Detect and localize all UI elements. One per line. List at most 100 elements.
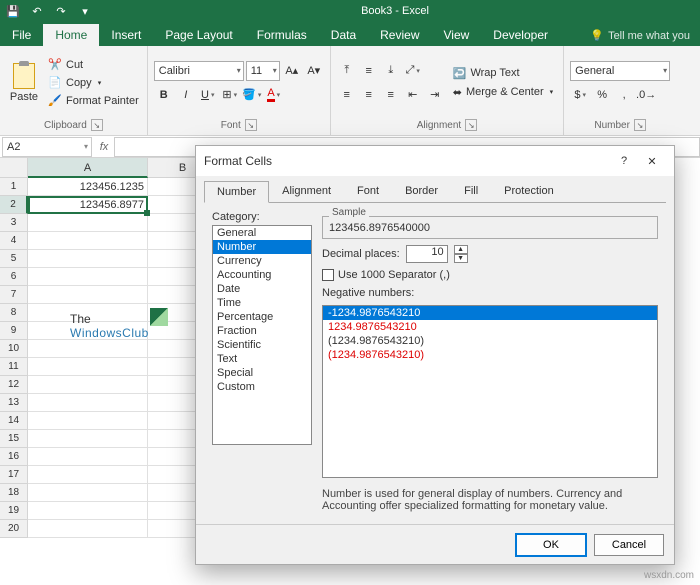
row-header[interactable]: 13 [0, 394, 28, 412]
merge-center-button[interactable]: ⬌Merge & Center▾ [449, 84, 557, 101]
cell[interactable] [28, 286, 148, 304]
font-name-combo[interactable]: Calibri [154, 61, 244, 81]
cell[interactable] [28, 214, 148, 232]
cell[interactable]: 123456.8977 [28, 196, 148, 214]
ok-button[interactable]: OK [516, 534, 586, 556]
dialog-tab-protection[interactable]: Protection [491, 180, 567, 202]
fill-color-button[interactable]: 🪣 [242, 85, 262, 105]
increase-font-button[interactable]: A▴ [282, 61, 302, 81]
negative-option[interactable]: (1234.9876543210) [323, 348, 657, 362]
row-header[interactable]: 17 [0, 466, 28, 484]
tab-page-layout[interactable]: Page Layout [153, 24, 244, 46]
italic-button[interactable]: I [176, 85, 196, 105]
dialog-tab-font[interactable]: Font [344, 180, 392, 202]
tab-view[interactable]: View [432, 24, 482, 46]
cell[interactable] [28, 394, 148, 412]
cell[interactable] [28, 520, 148, 538]
row-header[interactable]: 18 [0, 484, 28, 502]
cell[interactable] [28, 376, 148, 394]
cell[interactable] [28, 250, 148, 268]
row-header[interactable]: 19 [0, 502, 28, 520]
cut-button[interactable]: ✂️Cut [46, 57, 141, 73]
decrease-font-button[interactable]: A▾ [304, 61, 324, 81]
increase-indent-button[interactable]: ⇥ [425, 85, 445, 105]
decrease-indent-button[interactable]: ⇤ [403, 85, 423, 105]
tab-formulas[interactable]: Formulas [245, 24, 319, 46]
category-item[interactable]: Time [213, 296, 311, 310]
tab-review[interactable]: Review [368, 24, 431, 46]
row-header[interactable]: 3 [0, 214, 28, 232]
align-top-button[interactable]: ⤒ [337, 61, 357, 81]
percent-format-button[interactable]: % [592, 85, 612, 105]
tell-me[interactable]: 💡 Tell me what you [580, 25, 700, 46]
category-item[interactable]: General [213, 226, 311, 240]
row-header[interactable]: 12 [0, 376, 28, 394]
row-header[interactable]: 15 [0, 430, 28, 448]
decimal-places-spinner[interactable]: ▲ ▼ [454, 245, 468, 263]
category-item[interactable]: Text [213, 352, 311, 366]
row-header[interactable]: 5 [0, 250, 28, 268]
row-header[interactable]: 2 [0, 196, 28, 214]
category-item[interactable]: Currency [213, 254, 311, 268]
cell[interactable] [28, 232, 148, 250]
redo-button[interactable]: ↷ [52, 2, 70, 20]
cell[interactable] [28, 466, 148, 484]
undo-button[interactable]: ↶ [28, 2, 46, 20]
underline-button[interactable]: U [198, 85, 218, 105]
qat-customize-button[interactable]: ▾ [76, 2, 94, 20]
format-painter-button[interactable]: 🖌️Format Painter [46, 93, 141, 109]
help-button[interactable]: ? [610, 150, 638, 172]
negative-option[interactable]: 1234.9876543210 [323, 320, 657, 334]
align-middle-button[interactable]: ≡ [359, 61, 379, 81]
row-header[interactable]: 8 [0, 304, 28, 322]
negative-option[interactable]: (1234.9876543210) [323, 334, 657, 348]
paste-button[interactable]: Paste [6, 53, 42, 113]
dialog-tab-number[interactable]: Number [204, 181, 269, 203]
cell[interactable] [28, 484, 148, 502]
row-header[interactable]: 14 [0, 412, 28, 430]
font-dialog-launcher[interactable]: ↘ [245, 119, 257, 131]
cell[interactable] [28, 412, 148, 430]
category-item[interactable]: Date [213, 282, 311, 296]
category-item[interactable]: Percentage [213, 310, 311, 324]
cell[interactable]: 123456.1235 [28, 178, 148, 196]
dialog-tab-fill[interactable]: Fill [451, 180, 491, 202]
column-header[interactable]: A [28, 158, 148, 178]
dialog-tab-alignment[interactable]: Alignment [269, 180, 344, 202]
row-header[interactable]: 10 [0, 340, 28, 358]
align-center-button[interactable]: ≡ [359, 85, 379, 105]
cell[interactable] [28, 268, 148, 286]
name-box[interactable]: A2 [2, 137, 92, 157]
spinner-up-icon[interactable]: ▲ [454, 245, 468, 254]
cell[interactable] [28, 502, 148, 520]
tab-insert[interactable]: Insert [99, 24, 153, 46]
comma-format-button[interactable]: , [614, 85, 634, 105]
cell[interactable] [28, 448, 148, 466]
tab-file[interactable]: File [0, 24, 43, 46]
font-color-button[interactable]: A [264, 85, 284, 105]
font-size-combo[interactable]: 11 [246, 61, 280, 81]
orientation-button[interactable]: ⤢ [403, 61, 423, 81]
row-header[interactable]: 9 [0, 322, 28, 340]
align-right-button[interactable]: ≡ [381, 85, 401, 105]
number-dialog-launcher[interactable]: ↘ [634, 119, 646, 131]
bold-button[interactable]: B [154, 85, 174, 105]
align-bottom-button[interactable]: ⤓ [381, 61, 401, 81]
wrap-text-button[interactable]: ↩️Wrap Text [449, 65, 557, 82]
dialog-tab-border[interactable]: Border [392, 180, 451, 202]
category-list[interactable]: GeneralNumberCurrencyAccountingDateTimeP… [212, 225, 312, 445]
accounting-format-button[interactable]: $ [570, 85, 590, 105]
category-item[interactable]: Custom [213, 380, 311, 394]
cell[interactable] [28, 358, 148, 376]
thousand-separator-checkbox[interactable] [322, 269, 334, 281]
category-item[interactable]: Scientific [213, 338, 311, 352]
cell[interactable] [28, 340, 148, 358]
decimal-places-input[interactable]: 10 [406, 245, 448, 263]
cancel-button[interactable]: Cancel [594, 534, 664, 556]
row-header[interactable]: 4 [0, 232, 28, 250]
cell[interactable] [28, 430, 148, 448]
row-header[interactable]: 6 [0, 268, 28, 286]
increase-decimal-button[interactable]: .0→ [636, 85, 656, 105]
row-header[interactable]: 11 [0, 358, 28, 376]
tab-data[interactable]: Data [319, 24, 368, 46]
